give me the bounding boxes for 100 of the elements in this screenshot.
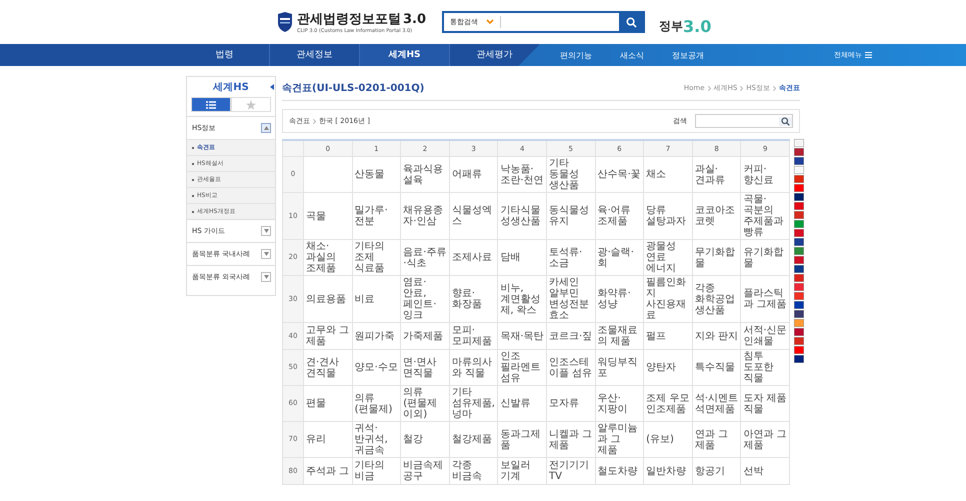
table-cell[interactable]: 육·어류 조제품 bbox=[595, 192, 644, 240]
table-cell[interactable]: 전기기기TV bbox=[546, 458, 596, 484]
flag-icon[interactable] bbox=[794, 166, 804, 174]
table-cell[interactable]: 유기화합물 bbox=[740, 240, 790, 276]
table-cell[interactable]: 음료·주류·식초 bbox=[400, 240, 450, 276]
table-cell[interactable]: 편물 bbox=[304, 386, 352, 422]
table-cell[interactable]: 철도차량 bbox=[595, 458, 644, 484]
table-cell[interactable]: 조제 우모 인조제품 bbox=[644, 386, 692, 422]
expand-toggle[interactable] bbox=[261, 226, 271, 236]
table-cell[interactable]: 비료 bbox=[352, 276, 401, 322]
table-cell[interactable]: 의류(편물제이외) bbox=[400, 386, 450, 422]
table-cell[interactable]: 기타 동물성 생산품 bbox=[546, 156, 596, 192]
table-cell[interactable]: 조물재료의 제품 bbox=[595, 322, 644, 350]
table-cell[interactable]: 면·면사 면직물 bbox=[400, 350, 450, 386]
table-cell[interactable]: 알루미늄과 그 제품 bbox=[595, 422, 644, 458]
table-cell[interactable]: 지와 판지 bbox=[692, 322, 741, 350]
table-cell[interactable]: 낙농품·조란·천연 bbox=[498, 156, 546, 192]
table-cell[interactable]: 플라스틱과 그제품 bbox=[740, 276, 790, 322]
table-cell[interactable]: 코코아조코렛 bbox=[692, 192, 741, 240]
table-cell[interactable]: 모피·모피제품 bbox=[449, 322, 498, 350]
table-cell[interactable]: 도자 제품 직물 bbox=[740, 386, 790, 422]
table-cell[interactable]: 석·시멘트 석면제품 bbox=[692, 386, 741, 422]
table-cell[interactable]: 광·슬랙·회 bbox=[595, 240, 644, 276]
table-cell[interactable]: 의류(편물제) bbox=[352, 386, 401, 422]
table-cell[interactable]: 토석류·소금 bbox=[546, 240, 596, 276]
table-cell[interactable]: 채소 bbox=[644, 156, 692, 192]
table-cell[interactable]: 기타식물성생산품 bbox=[498, 192, 546, 240]
table-cell[interactable]: 서적·신문 인쇄물 bbox=[740, 322, 790, 350]
table-cell[interactable]: 카세인 알부민 변성전분 효소 bbox=[546, 276, 596, 322]
nav-link[interactable]: 편의기능 bbox=[560, 50, 592, 60]
table-cell[interactable]: 고무와 그 제품 bbox=[304, 322, 352, 350]
nav-tab[interactable]: 세계HS bbox=[360, 44, 450, 66]
table-cell[interactable]: 워딩부직포 bbox=[595, 350, 644, 386]
table-cell[interactable]: 양탄자 bbox=[644, 350, 692, 386]
search-button[interactable] bbox=[619, 13, 644, 31]
flag-icon[interactable] bbox=[794, 301, 804, 309]
table-cell[interactable]: 유리 bbox=[304, 422, 352, 458]
flag-icon[interactable] bbox=[794, 157, 804, 165]
table-cell[interactable]: 필름인화지 사진용재료 bbox=[644, 276, 692, 322]
table-cell[interactable]: 염료·안료, 페인트·잉크 bbox=[400, 276, 450, 322]
table-cell[interactable]: 귀석·반귀석,귀금속 bbox=[352, 422, 401, 458]
table-cell[interactable]: 일반차량 bbox=[644, 458, 692, 484]
table-cell[interactable]: 의료용품 bbox=[304, 276, 352, 322]
table-cell[interactable]: 원피가죽 bbox=[352, 322, 401, 350]
table-cell[interactable]: 철강제품 bbox=[449, 422, 498, 458]
table-cell[interactable]: 양모·수모 bbox=[352, 350, 401, 386]
table-cell[interactable]: 가죽제품 bbox=[400, 322, 450, 350]
table-cell[interactable]: 광물성 연료 에너지 bbox=[644, 240, 692, 276]
table-cell[interactable]: 어패류 bbox=[449, 156, 498, 192]
table-cell[interactable]: 곡물 bbox=[304, 192, 352, 240]
table-cell[interactable]: 곡물·곡분의 주제품과빵류 bbox=[740, 192, 790, 240]
table-cell[interactable]: 인조 필라멘트 섬유 bbox=[498, 350, 546, 386]
table-cell[interactable]: 화약류·성냥 bbox=[595, 276, 644, 322]
table-cell[interactable]: 커피·향신료 bbox=[740, 156, 790, 192]
flag-icon[interactable] bbox=[794, 328, 804, 336]
table-cell[interactable]: 견·견사 견직물 bbox=[304, 350, 352, 386]
table-cell[interactable]: 아연과 그 제품 bbox=[740, 422, 790, 458]
table-cell[interactable]: 기타의 비금 bbox=[352, 458, 401, 484]
table-cell[interactable]: 신발류 bbox=[498, 386, 546, 422]
table-cell[interactable]: 주석과 그 bbox=[304, 458, 352, 484]
flag-icon[interactable] bbox=[794, 355, 804, 363]
table-cell[interactable]: 채유용종자·인삼 bbox=[400, 192, 450, 240]
flag-icon[interactable] bbox=[794, 148, 804, 156]
table-cell[interactable]: 기타 섬유제품,넝마 bbox=[449, 386, 498, 422]
table-cell[interactable]: 채소·과실의 조제품 bbox=[304, 240, 352, 276]
nav-link[interactable]: 정보공개 bbox=[672, 50, 704, 60]
table-cell[interactable]: 침투 도포한 직물 bbox=[740, 350, 790, 386]
table-cell[interactable]: 철강 bbox=[400, 422, 450, 458]
nav-link[interactable]: 새소식 bbox=[620, 50, 644, 60]
table-cell[interactable]: 코르크·짚 bbox=[546, 322, 596, 350]
table-cell[interactable]: 선박 bbox=[740, 458, 790, 484]
table-cell[interactable]: 보일러 기계 bbox=[498, 458, 546, 484]
table-cell[interactable]: 과실·견과류 bbox=[692, 156, 741, 192]
collapse-arrow-icon[interactable] bbox=[270, 84, 274, 90]
nav-tab[interactable]: 법령 bbox=[180, 44, 270, 66]
search-icon[interactable] bbox=[779, 116, 792, 126]
table-cell[interactable]: 비금속제공구 bbox=[400, 458, 450, 484]
table-cell[interactable]: 특수직물 bbox=[692, 350, 741, 386]
table-cell[interactable]: 육과식용설육 bbox=[400, 156, 450, 192]
table-cell[interactable]: 식물성엑스 bbox=[449, 192, 498, 240]
table-cell[interactable]: 조제사료 bbox=[449, 240, 498, 276]
table-cell[interactable]: 마류의사와 직물 bbox=[449, 350, 498, 386]
table-cell[interactable]: 동과그제품 bbox=[498, 422, 546, 458]
table-cell[interactable]: 무기화합물 bbox=[692, 240, 741, 276]
table-cell[interactable]: 모자류 bbox=[546, 386, 596, 422]
table-cell[interactable]: 당류 설탕과자 bbox=[644, 192, 692, 240]
expand-toggle[interactable] bbox=[261, 272, 271, 282]
table-cell[interactable]: 담배 bbox=[498, 240, 546, 276]
flag-icon[interactable] bbox=[794, 193, 804, 201]
table-cell[interactable]: 산동물 bbox=[352, 156, 401, 192]
flag-icon[interactable] bbox=[794, 265, 804, 273]
table-cell[interactable]: 항공기 bbox=[692, 458, 741, 484]
table-cell[interactable]: 목재·목탄 bbox=[498, 322, 546, 350]
site-title[interactable]: 관세법령정보포털 bbox=[297, 10, 401, 28]
table-cell[interactable]: (유보) bbox=[644, 422, 692, 458]
table-cell[interactable]: 기타의 조제 식료품 bbox=[352, 240, 401, 276]
table-cell[interactable]: 연과 그 제품 bbox=[692, 422, 741, 458]
table-cell[interactable]: 펄프 bbox=[644, 322, 692, 350]
flag-icon[interactable] bbox=[794, 139, 804, 147]
nav-tab[interactable]: 관세평가 bbox=[450, 44, 540, 66]
